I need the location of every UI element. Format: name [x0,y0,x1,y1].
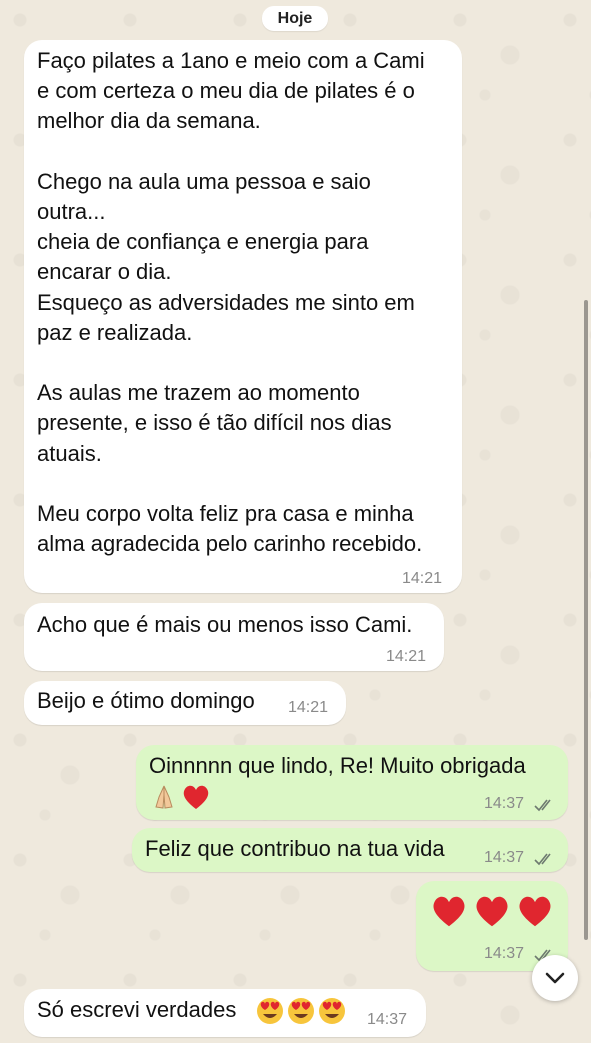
heart-eyes-emoji [287,997,315,1025]
message-bubble[interactable]: Feliz que contribuo na tua vida 14:37 [132,828,568,872]
message-bubble[interactable]: Oinnnnn que lindo, Re! Muito obrigada 14… [136,745,568,820]
message-time: 14:37 [484,795,525,812]
message-bubble[interactable]: Acho que é mais ou menos isso Cami. 14:2… [24,603,444,671]
message-time: 14:21 [386,648,427,665]
message-bubble[interactable]: Beijo e ótimo domingo 14:21 [24,681,346,725]
date-separator: Hoje [262,6,328,31]
message-text: Faço pilates a 1ano e meio com a Cami e … [37,48,425,557]
message-bubble[interactable]: Só escrevi verdades 14:37 [24,989,426,1037]
message-time: 14:37 [484,945,525,962]
red-heart-emoji [473,893,511,929]
heart-eyes-emoji [318,997,346,1025]
message-text: Oinnnnn que lindo, Re! Muito obrigada [149,753,526,778]
message-time: 14:37 [484,849,525,866]
message-text: Feliz que contribuo na tua vida [145,836,445,861]
read-receipt-icon [534,799,551,812]
red-heart-emoji [430,893,468,929]
red-heart-emoji [516,893,554,929]
message-time: 14:21 [402,570,443,587]
message-time: 14:37 [367,1011,408,1028]
message-text: Beijo e ótimo domingo [37,688,255,713]
message-bubble[interactable]: Faço pilates a 1ano e meio com a Cami e … [24,40,462,593]
message-text: Acho que é mais ou menos isso Cami. [37,612,413,637]
red-heart-emoji [181,783,211,811]
folded-hands-emoji [149,783,179,811]
chevron-down-icon [545,972,565,984]
scroll-to-bottom-button[interactable] [532,955,578,1001]
read-receipt-icon [534,853,551,866]
message-time: 14:21 [288,699,329,716]
message-text: Só escrevi verdades [37,997,237,1022]
scrollbar[interactable] [584,300,588,940]
heart-eyes-emoji [256,997,284,1025]
